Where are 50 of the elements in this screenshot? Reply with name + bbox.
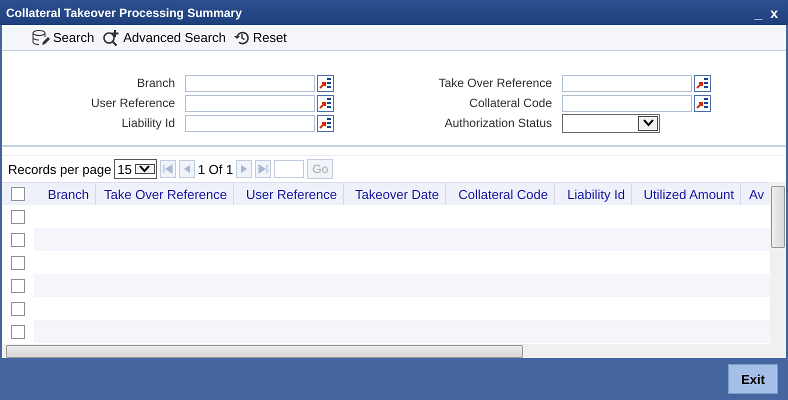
field-label: Branch <box>136 76 176 90</box>
lookup-icon[interactable] <box>694 74 711 92</box>
page-info: 1 Of 1 <box>198 162 234 176</box>
lookup-icon[interactable] <box>317 94 334 112</box>
row-checkbox[interactable] <box>11 278 25 292</box>
row-checkbox[interactable] <box>11 324 25 338</box>
next-icon <box>240 164 248 174</box>
page-number-field[interactable] <box>274 160 304 178</box>
field-label: Take Over Reference <box>438 76 553 90</box>
previous-page-button[interactable] <box>178 160 195 178</box>
minimize-button[interactable]: _ <box>750 4 766 20</box>
last-page-icon <box>258 164 268 174</box>
close-button[interactable]: x <box>766 4 782 20</box>
text-field[interactable] <box>185 114 315 132</box>
advanced-search-button[interactable]: Advanced Search <box>102 28 226 46</box>
caret-icon <box>139 165 150 173</box>
next-page-button[interactable] <box>236 160 252 178</box>
row-checkbox[interactable] <box>11 256 25 270</box>
lookup-icon[interactable] <box>317 74 334 92</box>
caret-icon <box>642 119 654 127</box>
text-field[interactable] <box>562 94 692 112</box>
first-page-button[interactable] <box>160 160 176 178</box>
field-label: User Reference <box>90 96 176 110</box>
row-checkbox[interactable] <box>11 232 25 246</box>
records-per-page-label: Records per page <box>8 162 112 176</box>
search-plus-icon <box>102 28 120 46</box>
select-all-checkbox[interactable] <box>11 187 25 201</box>
text-field[interactable] <box>185 74 315 92</box>
text-field[interactable] <box>562 74 692 92</box>
previous-icon <box>182 164 191 174</box>
last-page-button[interactable] <box>255 160 272 178</box>
field-label: Authorization Status <box>444 116 553 130</box>
text-field[interactable] <box>185 94 315 112</box>
lookup-icon[interactable] <box>317 114 334 132</box>
status-dropdown[interactable] <box>562 114 660 132</box>
vertical-scrollbar[interactable] <box>770 182 786 344</box>
lookup-icon[interactable] <box>694 94 711 112</box>
window-title: Collateral Takeover Processing Summary <box>6 6 242 20</box>
row-checkbox[interactable] <box>11 302 25 316</box>
field-label: Collateral Code <box>468 96 553 110</box>
page-size-dropdown[interactable]: 15 <box>114 159 157 179</box>
search-button[interactable]: Search <box>32 28 94 46</box>
reset-button[interactable]: Reset <box>234 30 287 46</box>
database-icon <box>32 28 50 46</box>
history-icon <box>234 30 250 46</box>
row-checkbox[interactable] <box>11 210 25 224</box>
horizontal-scrollbar[interactable] <box>2 344 786 358</box>
exit-button[interactable]: Exit <box>728 364 778 394</box>
field-label: Liability Id <box>120 116 176 130</box>
first-page-icon <box>162 164 173 174</box>
